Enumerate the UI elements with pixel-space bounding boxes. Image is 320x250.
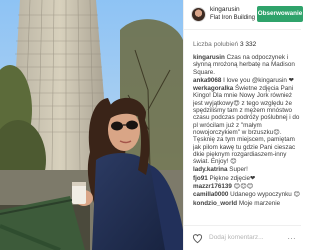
- comment-item: kondzio_world Moje marzenie: [193, 200, 301, 207]
- comment-item: kingarusin Czas na odpoczynek i słynną m…: [193, 54, 301, 76]
- comment-user[interactable]: camilla0000: [193, 191, 228, 198]
- comment-item: lady.katrina Super!: [193, 166, 301, 173]
- comment-item: werkagoralka Świetne zdjęcia Pani Kingo!…: [193, 85, 301, 165]
- add-comment-input[interactable]: Dodaj komentarz...: [209, 234, 264, 241]
- comment-user[interactable]: fjo91: [193, 175, 208, 182]
- likes-count[interactable]: Liczba polubień 3 332: [193, 41, 256, 48]
- post-header: kingarusin Flat Iron Building Obserwowan…: [184, 0, 303, 30]
- post-sidebar: kingarusin Flat Iron Building Obserwowan…: [183, 0, 303, 250]
- more-options-icon[interactable]: …: [287, 231, 297, 241]
- post-username[interactable]: kingarusin: [210, 6, 240, 13]
- comment-text: Super!: [229, 166, 248, 174]
- follow-button[interactable]: Obserwowanie: [257, 6, 303, 22]
- avatar[interactable]: [191, 7, 206, 22]
- comments-list: kingarusin Czas na odpoczynek i słynną m…: [193, 54, 301, 224]
- post-location[interactable]: Flat Iron Building: [210, 15, 255, 21]
- comment-item: mazzr176139 😊😊😊: [193, 183, 301, 190]
- comment-user[interactable]: werkagoralka: [193, 85, 233, 92]
- likes-label: Liczba polubień: [193, 41, 239, 48]
- comment-text: Świetne zdjęcia Pani Kingo! Dla mnie Now…: [193, 85, 300, 166]
- comment-text: Udanego wypoczynku 😊: [230, 191, 301, 199]
- post-photo[interactable]: [0, 0, 183, 250]
- comment-item: fjo91 Piękne zdjęcie❤: [193, 175, 301, 182]
- post-footer: Dodaj komentarz... …: [184, 225, 301, 250]
- post-photo-illustration: [0, 0, 183, 250]
- like-heart-icon[interactable]: [192, 233, 203, 244]
- comment-user[interactable]: kingarusin: [193, 54, 225, 61]
- comment-user[interactable]: lady.katrina: [193, 166, 228, 173]
- comment-user[interactable]: anka9068: [193, 77, 221, 84]
- comment-text: Moje marzenie: [238, 199, 281, 207]
- comment-text: Piękne zdjęcie❤: [209, 174, 256, 182]
- comment-item: anka9068 I love you @kingarusin ❤: [193, 77, 301, 84]
- comment-user[interactable]: mazzr176139: [193, 183, 232, 190]
- comment-user[interactable]: kondzio_world: [193, 200, 237, 207]
- comment-text: I love you @kingarusin ❤: [223, 76, 294, 84]
- comment-text: 😊😊😊: [233, 183, 254, 191]
- likes-value: 3 332: [240, 41, 257, 48]
- comment-item: camilla0000 Udanego wypoczynku 😊: [193, 191, 301, 198]
